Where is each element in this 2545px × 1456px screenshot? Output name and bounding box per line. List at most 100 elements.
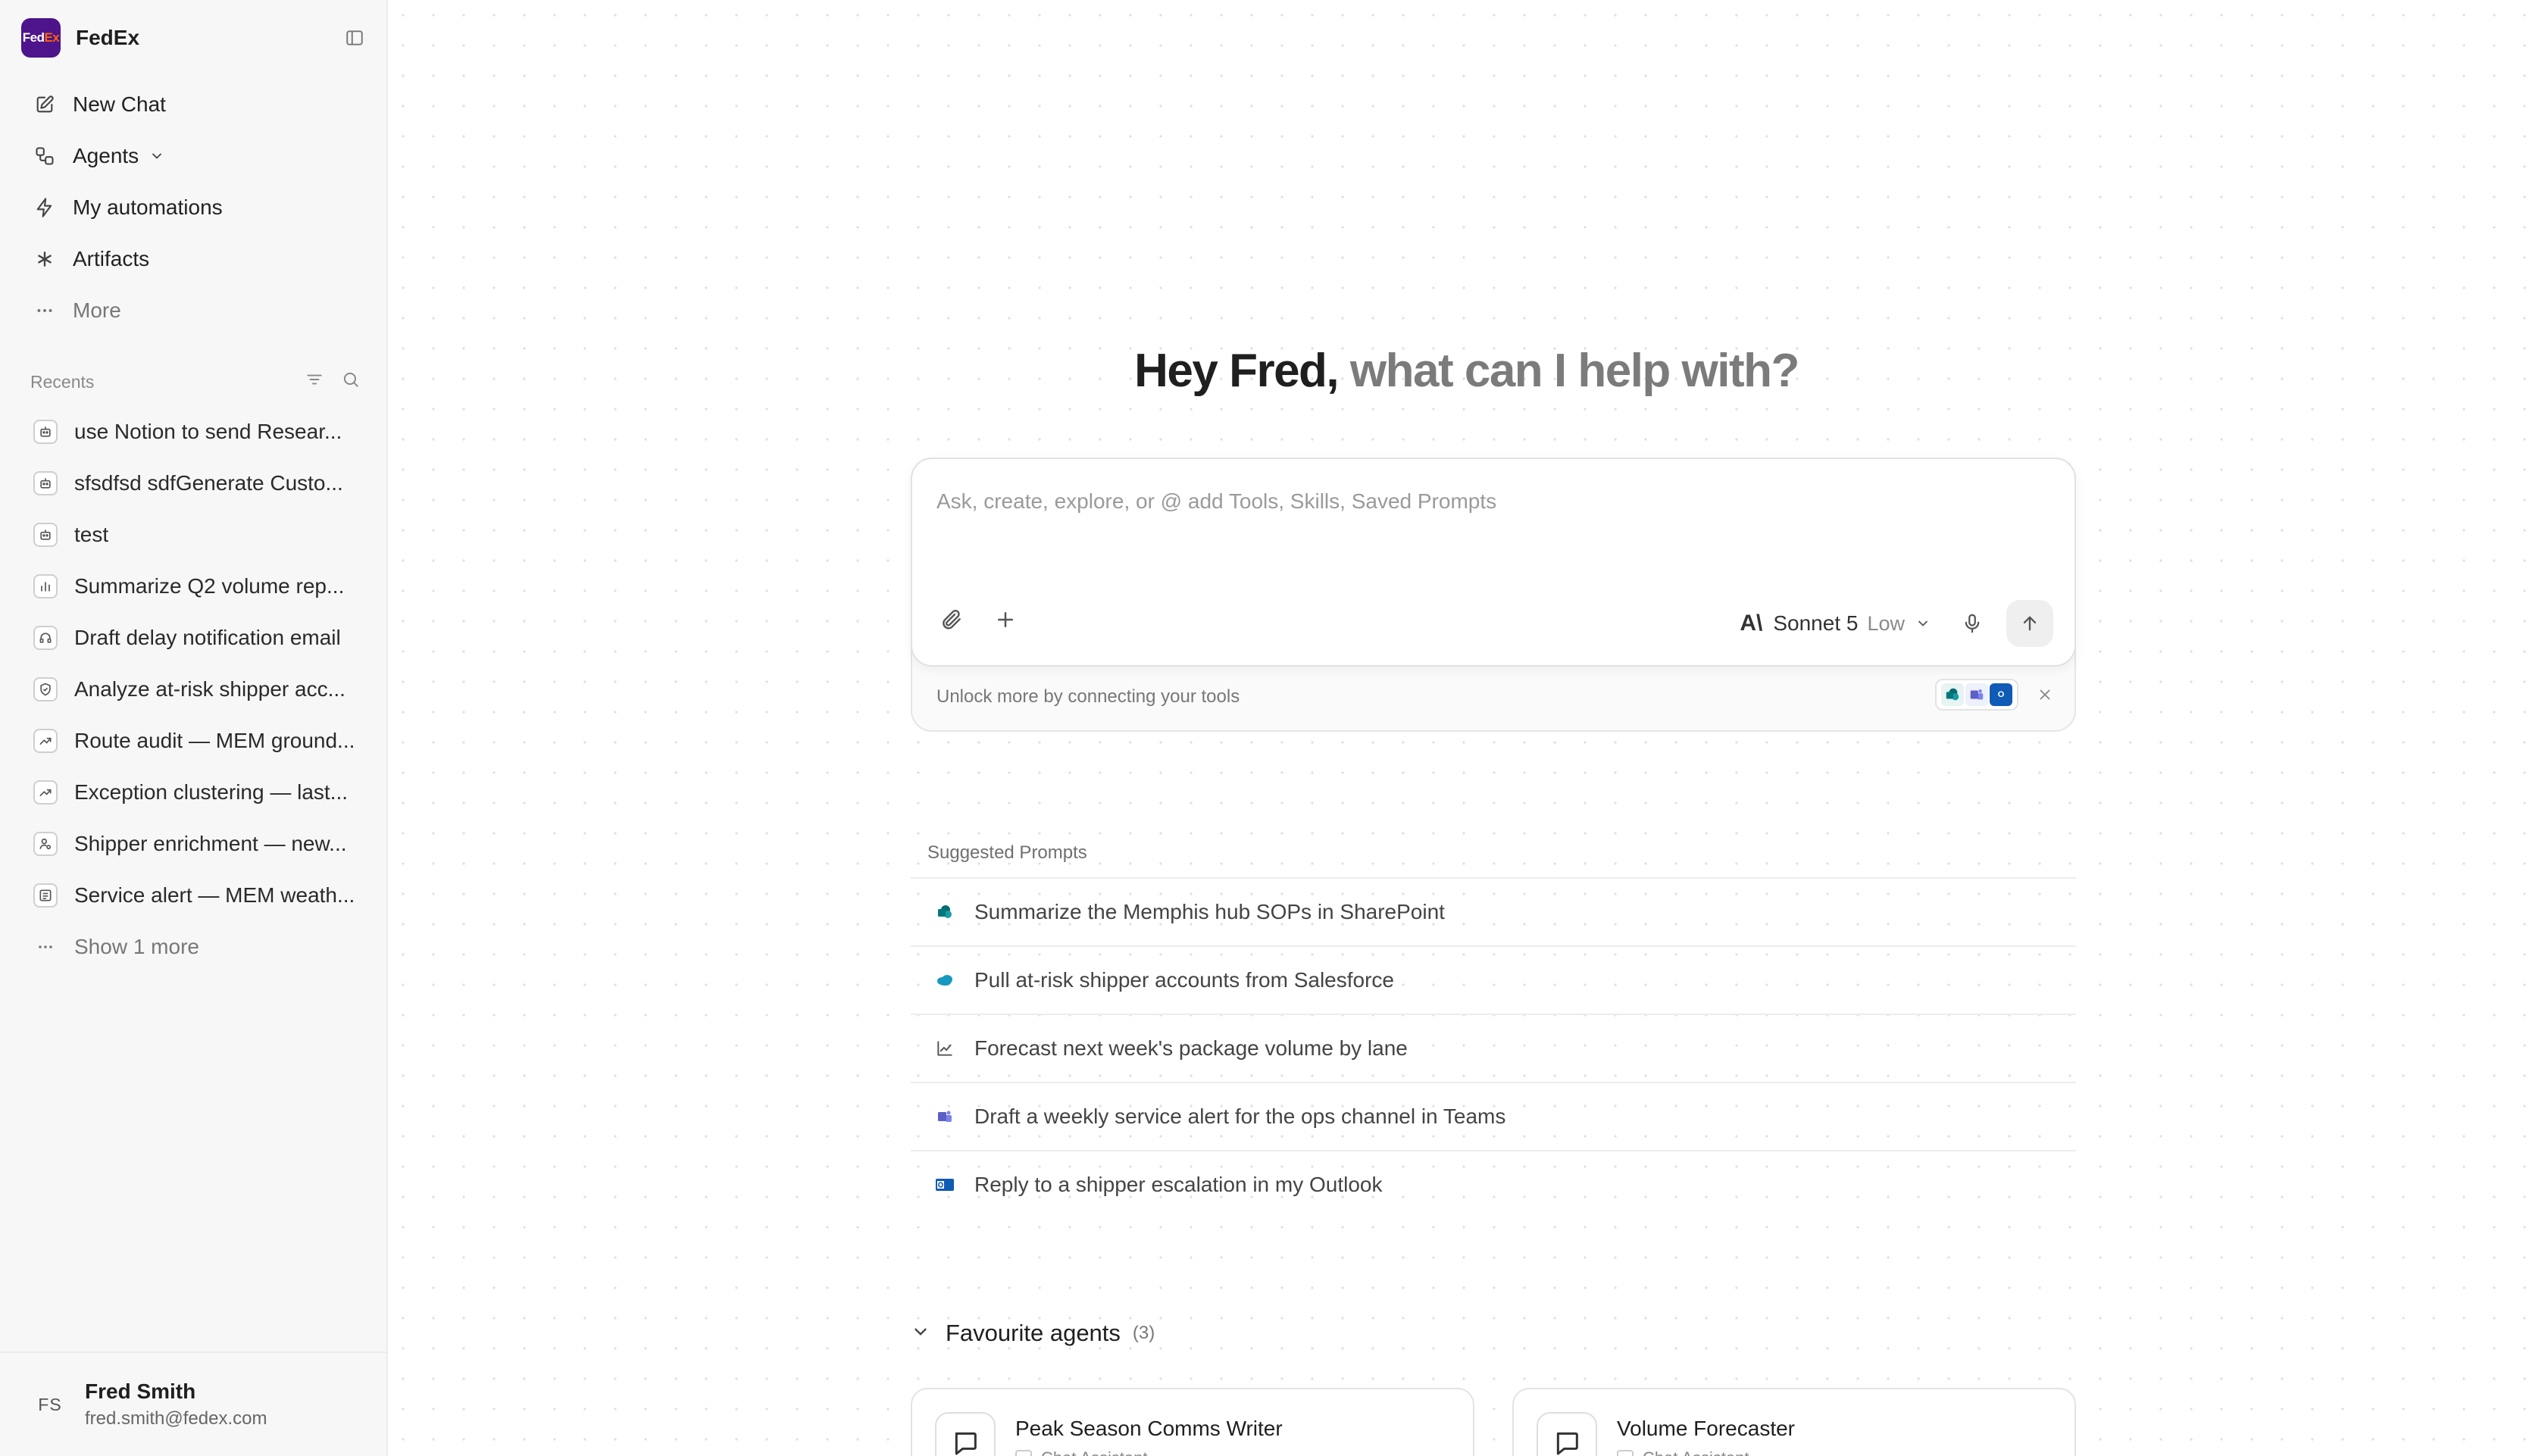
- recent-chat-title: Summarize Q2 volume rep...: [74, 574, 345, 598]
- recents-title: Recents: [30, 371, 95, 392]
- asterisk-icon: [33, 248, 56, 270]
- my-automations-label: My automations: [73, 195, 223, 219]
- agent-card[interactable]: Volume Forecaster Chat Assistant: [1512, 1388, 2076, 1456]
- recent-chat-title: Exception clustering — last...: [74, 780, 349, 804]
- suggested-prompt[interactable]: Reply to a shipper escalation in my Outl…: [911, 1150, 2076, 1218]
- agents-icon: [33, 145, 56, 167]
- suggested-prompts-list: Summarize the Memphis hub SOPs in ShareP…: [911, 877, 2076, 1218]
- agent-card[interactable]: Peak Season Comms Writer Chat Assistant: [911, 1388, 1474, 1456]
- bot-icon: [33, 420, 58, 444]
- prompt-input[interactable]: Ask, create, explore, or @ add Tools, Sk…: [936, 489, 1496, 514]
- more-nav-item[interactable]: More: [21, 285, 367, 336]
- bot-icon: [33, 471, 58, 495]
- connect-tools-text[interactable]: Unlock more by connecting your tools: [936, 686, 1240, 708]
- show-more-label: Show 1 more: [74, 935, 199, 958]
- user-icon: [33, 832, 58, 856]
- main-content: Hey Fred, what can I help with? Ask, cre…: [388, 0, 2545, 1456]
- close-icon[interactable]: [2037, 686, 2053, 703]
- recent-chat-title: Service alert — MEM weath...: [74, 883, 355, 907]
- suggested-prompt[interactable]: Pull at-risk shipper accounts from Sales…: [911, 945, 2076, 1014]
- composer-container: Ask, create, explore, or @ add Tools, Sk…: [911, 458, 2076, 732]
- headset-icon: [33, 626, 58, 650]
- artifacts-label: Artifacts: [73, 247, 150, 270]
- agent-name: Peak Season Comms Writer: [1015, 1417, 1283, 1440]
- search-icon[interactable]: [341, 370, 361, 394]
- chevron-down-icon: [1915, 616, 1931, 631]
- edit-icon: [33, 93, 56, 116]
- recent-chat-title: Draft delay notification email: [74, 626, 341, 649]
- teams-icon: [933, 1105, 956, 1128]
- favourite-agents-count: (3): [1132, 1323, 1155, 1343]
- artifacts-nav-item[interactable]: Artifacts: [21, 233, 367, 285]
- outlook-icon: O: [1990, 683, 2012, 706]
- favourite-agents-title: Favourite agents: [946, 1320, 1121, 1346]
- arrow-up-icon: [2023, 616, 2037, 631]
- greeting-heading: Hey Fred, what can I help with?: [388, 344, 2545, 398]
- anthropic-logo-icon: A\: [1740, 611, 1763, 636]
- agents-nav-item[interactable]: Agents: [21, 130, 367, 182]
- connector-icons[interactable]: O: [1935, 679, 2018, 711]
- paperclip-icon[interactable]: [940, 608, 964, 636]
- user-profile[interactable]: FS Fred Smith fred.smith@fedex.com: [0, 1351, 386, 1456]
- model-name: Sonnet 5: [1773, 611, 1859, 635]
- new-chat-label: New Chat: [73, 92, 166, 116]
- recent-chat-item[interactable]: Analyze at-risk shipper acc...: [21, 664, 367, 715]
- recent-chat-title: Shipper enrichment — new...: [74, 832, 347, 855]
- filter-icon[interactable]: [305, 370, 324, 394]
- recent-chat-item[interactable]: Draft delay notification email: [21, 612, 367, 664]
- recent-chat-item[interactable]: Service alert — MEM weath...: [21, 870, 367, 921]
- workspace-switcher[interactable]: Fed Ex FedEx: [21, 18, 367, 58]
- more-label: More: [73, 298, 121, 322]
- recent-chat-item[interactable]: sfsdfsd sdfGenerate Custo...: [21, 458, 367, 509]
- recent-chat-title: Route audit — MEM ground...: [74, 729, 355, 752]
- badge-icon: [33, 677, 58, 701]
- collapse-sidebar-icon[interactable]: [342, 26, 367, 50]
- main-nav: New Chat Agents My automations Artifacts: [21, 79, 367, 336]
- more-dots-icon: [33, 935, 58, 959]
- suggested-prompt-label: Reply to a shipper escalation in my Outl…: [974, 1173, 1383, 1196]
- sidebar: Fed Ex FedEx New Chat Agents My automati…: [0, 0, 388, 1456]
- trend-icon: [33, 780, 58, 805]
- recents-header: Recents: [30, 368, 361, 395]
- chevron-down-icon: [149, 148, 164, 164]
- microphone-icon[interactable]: [1961, 612, 1984, 635]
- salesforce-icon: [933, 969, 956, 992]
- greeting-question: what can I help with?: [1338, 345, 1799, 397]
- recent-chat-item[interactable]: Summarize Q2 volume rep...: [21, 561, 367, 612]
- favourite-agents-toggle[interactable]: Favourite agents (3): [911, 1318, 1155, 1348]
- chat-bubble-icon: [935, 1412, 996, 1456]
- new-chat-button[interactable]: New Chat: [21, 79, 367, 130]
- recent-chat-item[interactable]: use Notion to send Resear...: [21, 406, 367, 458]
- recent-chat-title: sfsdfsd sdfGenerate Custo...: [74, 471, 343, 495]
- teams-icon: [1965, 683, 1988, 706]
- recents-list: use Notion to send Resear... sfsdfsd sdf…: [21, 406, 367, 973]
- send-button[interactable]: [2006, 600, 2053, 647]
- fedex-logo: Fed Ex: [21, 18, 61, 58]
- chevron-down-icon: [911, 1322, 930, 1345]
- agent-name: Volume Forecaster: [1617, 1417, 1795, 1440]
- recent-chat-item[interactable]: test: [21, 509, 367, 561]
- agent-type: Chat Assistant: [1617, 1448, 1749, 1456]
- recent-chat-item[interactable]: Exception clustering — last...: [21, 767, 367, 818]
- suggested-prompt[interactable]: Summarize the Memphis hub SOPs in ShareP…: [911, 877, 2076, 945]
- suggested-prompt-label: Draft a weekly service alert for the ops…: [974, 1104, 1506, 1128]
- plus-icon[interactable]: [994, 608, 1017, 635]
- recent-chat-item[interactable]: Shipper enrichment — new...: [21, 818, 367, 870]
- chat-composer[interactable]: Ask, create, explore, or @ add Tools, Sk…: [911, 458, 2076, 667]
- agent-type: Chat Assistant: [1015, 1448, 1148, 1456]
- model-selector[interactable]: A\ Sonnet 5 Low: [1740, 611, 1931, 636]
- bar-chart-icon: [33, 574, 58, 598]
- suggested-prompts-title: Suggested Prompts: [927, 842, 1087, 863]
- show-more-recents[interactable]: Show 1 more: [21, 921, 367, 973]
- avatar: FS: [38, 1394, 62, 1414]
- chat-bubble-icon: [1537, 1412, 1597, 1456]
- suggested-prompt-label: Pull at-risk shipper accounts from Sales…: [974, 968, 1394, 992]
- my-automations-nav-item[interactable]: My automations: [21, 182, 367, 233]
- recent-chat-title: Analyze at-risk shipper acc...: [74, 677, 345, 701]
- newspaper-icon: [33, 883, 58, 908]
- suggested-prompt-label: Forecast next week's package volume by l…: [974, 1036, 1408, 1060]
- suggested-prompt[interactable]: Forecast next week's package volume by l…: [911, 1014, 2076, 1082]
- recent-chat-item[interactable]: Route audit — MEM ground...: [21, 715, 367, 767]
- suggested-prompt[interactable]: Draft a weekly service alert for the ops…: [911, 1082, 2076, 1150]
- recent-chat-title: test: [74, 523, 109, 546]
